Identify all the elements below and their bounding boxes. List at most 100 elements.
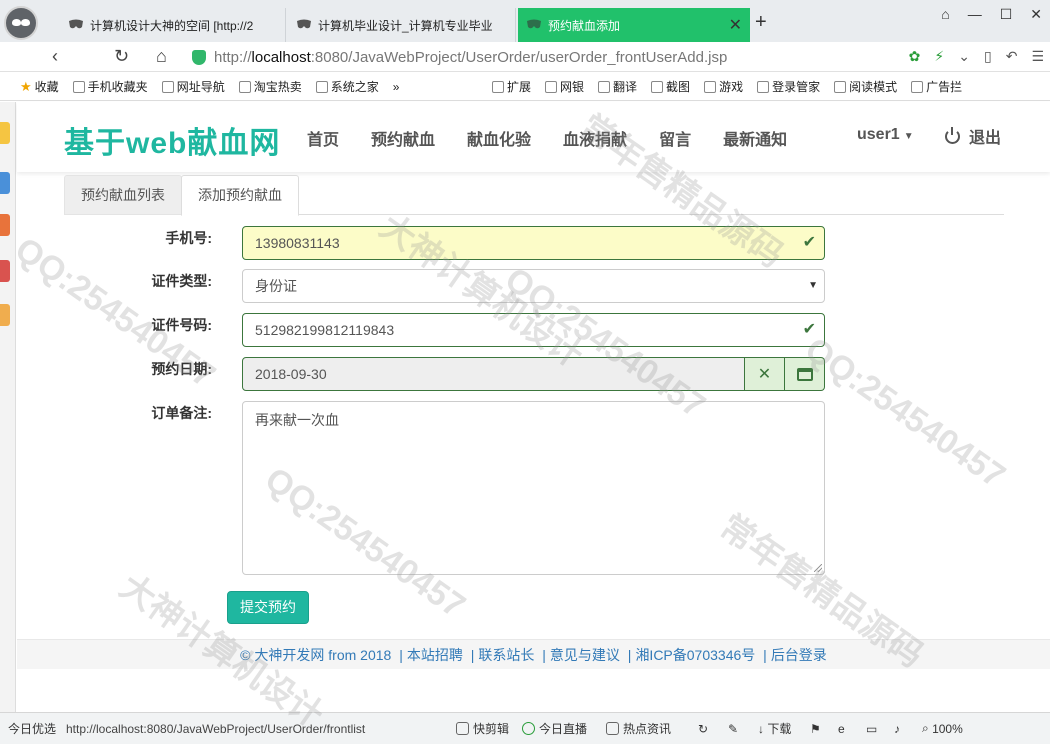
watermark: QQ:254540457 [798,330,1013,496]
mask-favicon-icon [297,19,311,29]
star-icon: ★ [20,78,32,94]
pin-icon[interactable]: ✎ [728,722,758,736]
close-tab-icon[interactable]: ✕ [729,15,742,35]
tool-screenshot[interactable]: 截图 [651,78,690,95]
browser-logo-icon[interactable] [4,6,38,40]
submit-button[interactable]: 提交预约 [227,591,309,624]
window-icon[interactable]: ▭ [866,722,894,736]
status-news[interactable]: 热点资讯 [606,720,698,737]
sound-icon[interactable]: ♪ [894,722,922,736]
nav-donation[interactable]: 血液捐献 [563,126,627,150]
nav-notice[interactable]: 最新通知 [723,126,787,150]
footer-copyright[interactable]: © 大神开发网 from 2018 [240,647,391,663]
status-quick-edit[interactable]: 快剪辑 [456,720,522,737]
browser-tab-3-active[interactable]: 预约献血添加 ✕ [518,8,750,42]
bookmark-system[interactable]: 系统之家 [315,78,379,95]
bookmark-nav[interactable]: 网址导航 [161,78,225,95]
site-brand[interactable]: 基于web献血网 [64,118,280,162]
bookmark-taobao[interactable]: 淘宝热卖 [238,78,302,95]
footer-link-feedback[interactable]: 意见与建议 [550,647,620,663]
logout-label: 退出 [969,130,1002,147]
nav-message[interactable]: 留言 [659,126,691,150]
idno-input[interactable]: 512982199812119843 ✔ [242,313,825,347]
tab-add-booking[interactable]: 添加预约献血 [181,175,299,216]
scissors-icon [651,80,664,93]
mask-favicon-icon [527,19,541,29]
ie-icon[interactable]: e [838,722,866,736]
minimize-icon[interactable]: — [968,6,982,23]
more-bookmarks-icon[interactable]: » [393,78,400,95]
main-nav: 首页 预约献血 献血化验 血液捐献 留言 最新通知 [307,126,819,150]
tool-adblock[interactable]: 广告拦 [911,78,962,95]
phone-icon [72,80,85,93]
skin-icon[interactable]: ⌂ [941,6,949,23]
scissors-icon [456,722,469,735]
logout-button[interactable]: 退出 [945,124,1001,148]
browser-tab-2[interactable]: 计算机毕业设计_计算机专业毕业 [288,8,516,42]
check-icon: ✔ [802,321,816,338]
phone-label: 手机号: [165,230,212,246]
footer-link-jobs[interactable]: 本站招聘 [407,647,463,663]
news-icon [606,722,619,735]
bookmark-mobile[interactable]: 手机收藏夹 [72,78,148,95]
footer-link-icp[interactable]: 湘ICP备0703346号 [635,647,755,663]
bank-icon [545,80,558,93]
home-icon[interactable]: ⌂ [156,46,167,67]
tool-extensions[interactable]: 扩展 [492,78,531,95]
clear-date-button[interactable]: ✕ [745,357,785,391]
resize-grip-icon[interactable] [814,564,822,572]
sidebar-app-icon[interactable] [0,172,10,194]
new-tab-icon[interactable]: + [755,11,767,34]
undo-icon[interactable]: ↶ [1006,48,1018,65]
date-label: 预约日期: [151,361,212,377]
back-icon[interactable]: ‹ [52,46,58,67]
browser-tab-label: 计算机毕业设计_计算机专业毕业 [318,18,493,33]
url-field[interactable]: http://localhost:8080/JavaWebProject/Use… [192,45,920,69]
close-window-icon[interactable]: ✕ [1030,6,1042,23]
sidebar-app-icon[interactable] [0,122,10,144]
sidebar-app-icon[interactable] [0,260,10,282]
tool-login-manager[interactable]: 登录管家 [757,78,820,95]
flag-icon[interactable]: ⚑ [810,722,838,736]
nav-test[interactable]: 献血化验 [467,126,531,150]
open-calendar-button[interactable] [785,357,825,391]
refresh-icon[interactable]: ↻ [698,722,728,736]
mask-favicon-icon [69,19,83,29]
caret-down-icon: ▼ [903,131,914,142]
power-icon [945,126,960,144]
url-text: http://localhost:8080/JavaWebProject/Use… [214,48,728,66]
idno-value: 512982199812119843 [255,322,395,338]
tool-games[interactable]: 游戏 [704,78,743,95]
footer-link-admin[interactable]: 后台登录 [771,647,827,663]
note-textarea[interactable]: 再来献一次血 [242,401,825,575]
tool-translate[interactable]: 翻译 [598,78,637,95]
speed-mode-icon[interactable]: ✿ [909,48,921,65]
status-today-picks[interactable]: 今日优选 [8,720,66,737]
browser-tab-1[interactable]: 计算机设计大神的空间 [http://2 [60,8,286,42]
book-icon [834,80,847,93]
page-icon [315,80,328,93]
idno-label: 证件号码: [151,317,212,333]
reload-icon[interactable]: ↻ [114,46,129,67]
tab-booking-list[interactable]: 预约献血列表 [64,175,182,215]
tool-bank[interactable]: 网银 [545,78,584,95]
date-input[interactable]: 2018-09-30 [242,357,745,391]
footer-link-contact[interactable]: 联系站长 [478,647,534,663]
status-download[interactable]: ↓ 下载 [758,720,810,737]
lightning-icon[interactable]: ⚡ [934,48,944,65]
sidebar-app-icon[interactable] [0,304,10,326]
status-live[interactable]: 今日直播 [522,720,606,737]
dropdown-icon[interactable]: ⌄ [958,48,970,65]
phone-input[interactable]: 13980831143 ✔ [242,226,825,260]
status-zoom[interactable]: ⌕ 100% [922,721,963,736]
sidebar-app-icon[interactable] [0,214,10,236]
nav-booking[interactable]: 预约献血 [371,126,435,150]
idtype-select[interactable]: 身份证 ▼ [242,269,825,303]
bookmark-favorites[interactable]: ★ 收藏 [20,78,59,95]
phone-icon[interactable]: ▯ [984,48,992,65]
menu-icon[interactable]: ☰ [1031,48,1044,65]
nav-home[interactable]: 首页 [307,126,339,150]
tool-reading-mode[interactable]: 阅读模式 [834,78,897,95]
maximize-icon[interactable]: ☐ [1000,6,1013,23]
user-menu[interactable]: user1 ▼ [857,126,914,144]
